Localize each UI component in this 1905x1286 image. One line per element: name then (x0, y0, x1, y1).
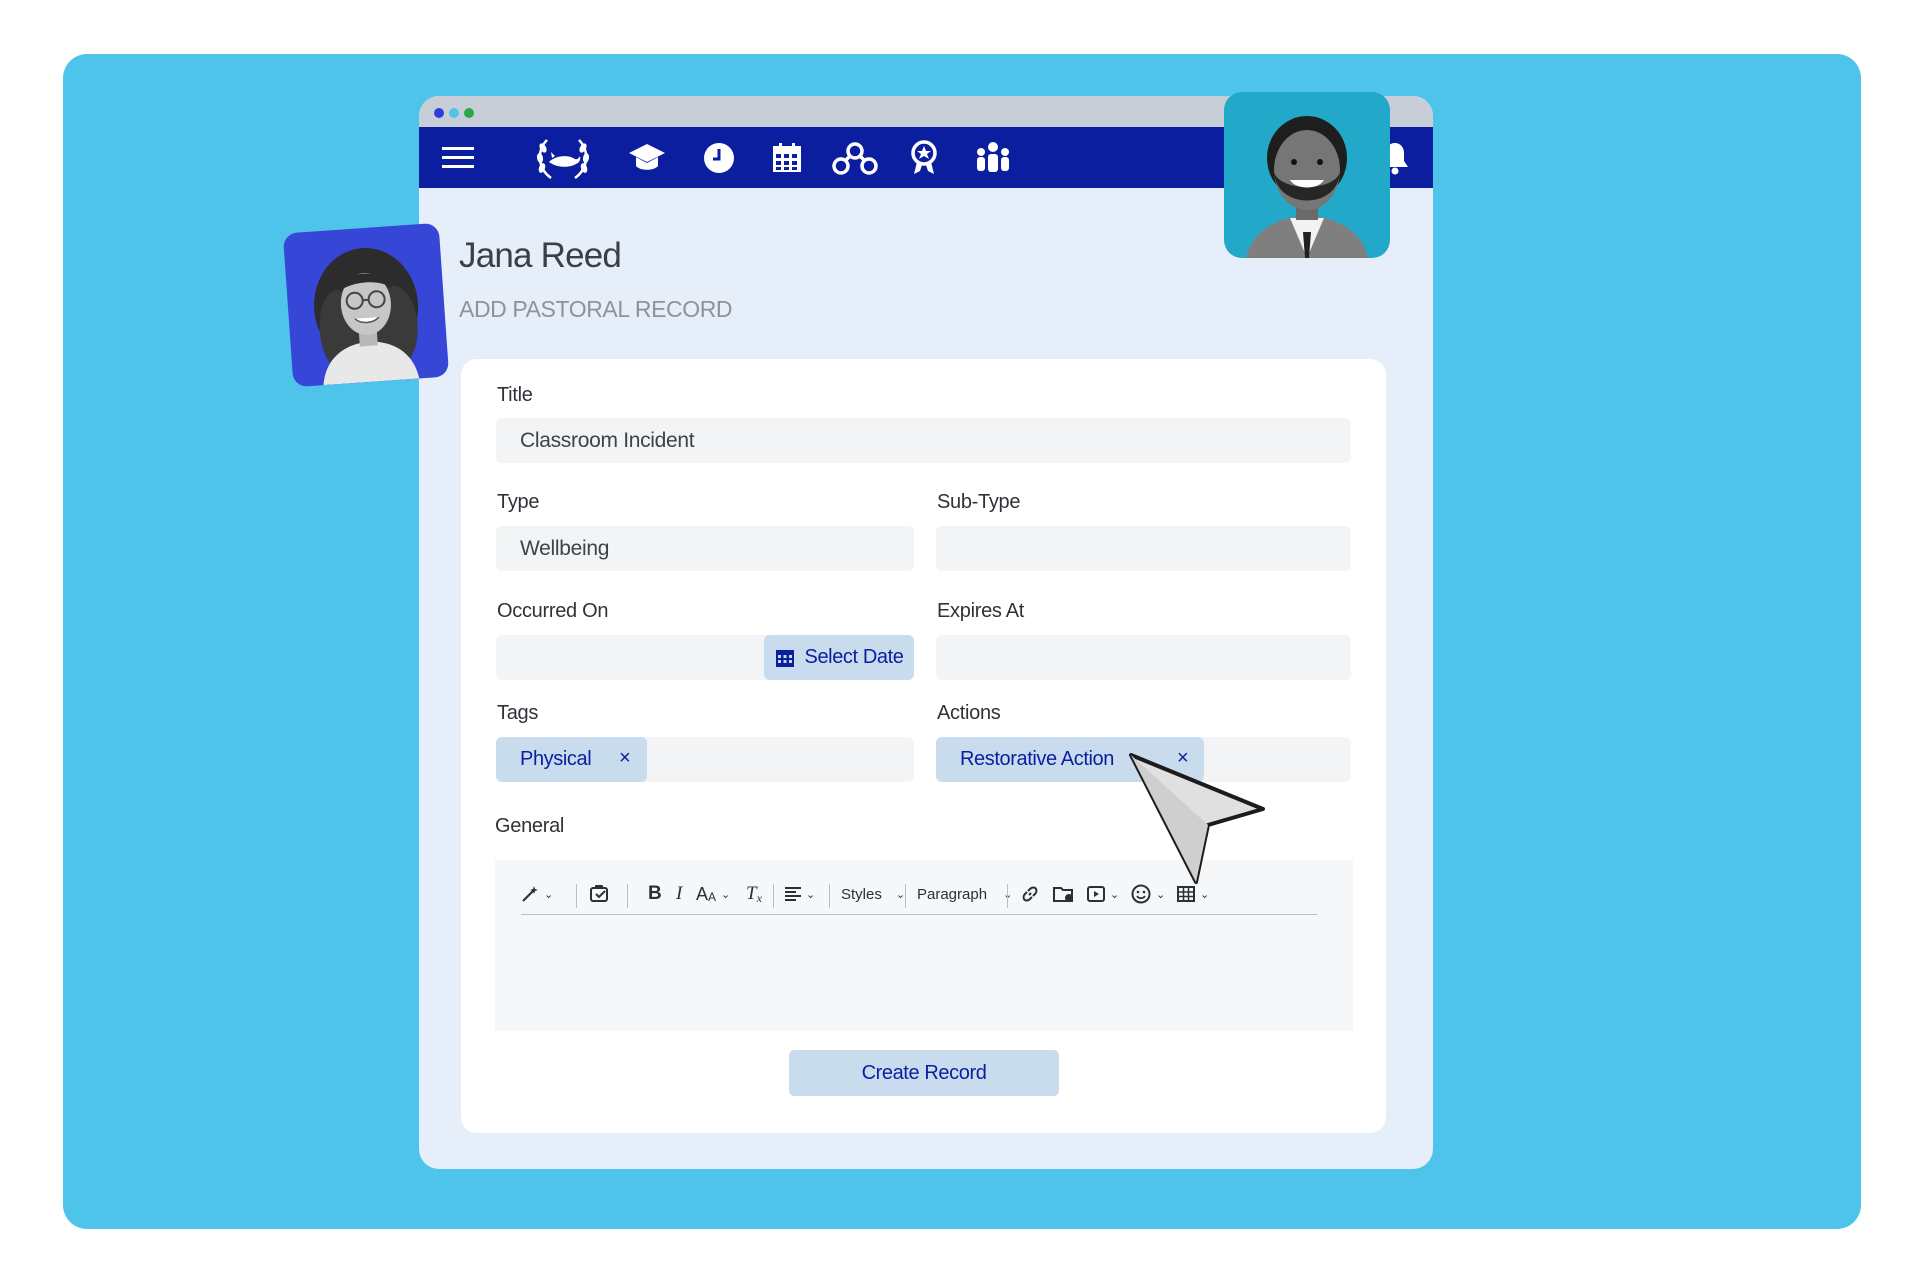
staff-avatar (1224, 92, 1390, 258)
styles-dropdown-label: Styles (841, 885, 882, 903)
font-size-glyph-small: A (708, 890, 717, 904)
tag-chip-label: Physical (520, 748, 592, 770)
paragraph-dropdown[interactable]: Paragraph⌄ (917, 874, 1012, 914)
clear-format-glyph-small: x (756, 890, 762, 905)
align-icon[interactable]: ⌄ (785, 874, 815, 914)
template-icon[interactable] (589, 874, 611, 914)
create-record-button[interactable]: Create Record (789, 1050, 1059, 1096)
expires-at-input[interactable] (936, 635, 1351, 680)
tags-label: Tags (497, 702, 539, 724)
subtype-select[interactable] (936, 526, 1351, 571)
window-dot-cyan[interactable] (449, 108, 459, 118)
teacher-avatar (282, 222, 450, 388)
insert-media-folder-icon[interactable] (1053, 874, 1075, 914)
occurred-on-input[interactable]: Select Date (496, 635, 914, 680)
actions-label: Actions (937, 702, 1001, 724)
general-label: General (495, 815, 565, 837)
tag-chip-physical: Physical × (496, 737, 647, 782)
clear-formatting-icon[interactable]: Tx (746, 874, 762, 914)
subtype-label: Sub-Type (937, 491, 1021, 513)
window-dot-green[interactable] (464, 108, 474, 118)
graduation-cap-icon[interactable] (627, 127, 667, 188)
menu-icon[interactable] (441, 127, 475, 188)
title-input-value: Classroom Incident (520, 429, 695, 452)
school-crest-logo[interactable] (532, 127, 594, 188)
type-select[interactable]: Wellbeing (496, 526, 914, 571)
title-label: Title (497, 384, 533, 406)
mouse-cursor-icon (1129, 753, 1265, 884)
network-icon[interactable] (831, 127, 879, 188)
pastoral-record-form: Title Classroom Incident Type Wellbeing … (461, 359, 1386, 1133)
student-name: Jana Reed (459, 236, 622, 275)
page-subtitle: ADD PASTORAL RECORD (459, 296, 733, 322)
font-size-icon[interactable]: A A ⌄ (696, 874, 730, 914)
remove-tag-icon[interactable]: × (619, 747, 631, 770)
bold-icon[interactable]: B (648, 874, 662, 914)
video-icon[interactable]: ⌄ (1087, 874, 1119, 914)
paragraph-dropdown-label: Paragraph (917, 885, 988, 903)
occurred-on-label: Occurred On (497, 600, 609, 622)
clear-format-glyph: T (746, 883, 757, 904)
action-chip-label: Restorative Action (960, 748, 1114, 770)
magic-wand-icon[interactable]: ⌄ (521, 874, 553, 914)
expires-at-label: Expires At (937, 600, 1025, 622)
select-date-label: Select Date (804, 646, 904, 668)
title-input[interactable]: Classroom Incident (496, 418, 1351, 463)
calendar-small-icon (775, 649, 794, 667)
clock-icon[interactable] (702, 127, 736, 188)
font-size-glyph: A (696, 883, 709, 904)
window-dot-blue[interactable] (434, 108, 444, 118)
calendar-icon[interactable] (770, 127, 804, 188)
people-icon[interactable] (973, 127, 1013, 188)
type-select-value: Wellbeing (520, 537, 610, 560)
styles-dropdown[interactable]: Styles ⌄ (841, 874, 905, 914)
select-date-button[interactable]: Select Date (764, 635, 914, 680)
link-icon[interactable] (1021, 874, 1039, 914)
tags-input[interactable]: Physical × (496, 737, 914, 782)
type-label: Type (497, 491, 540, 513)
italic-icon[interactable]: I (676, 874, 682, 914)
award-icon[interactable] (907, 127, 941, 188)
